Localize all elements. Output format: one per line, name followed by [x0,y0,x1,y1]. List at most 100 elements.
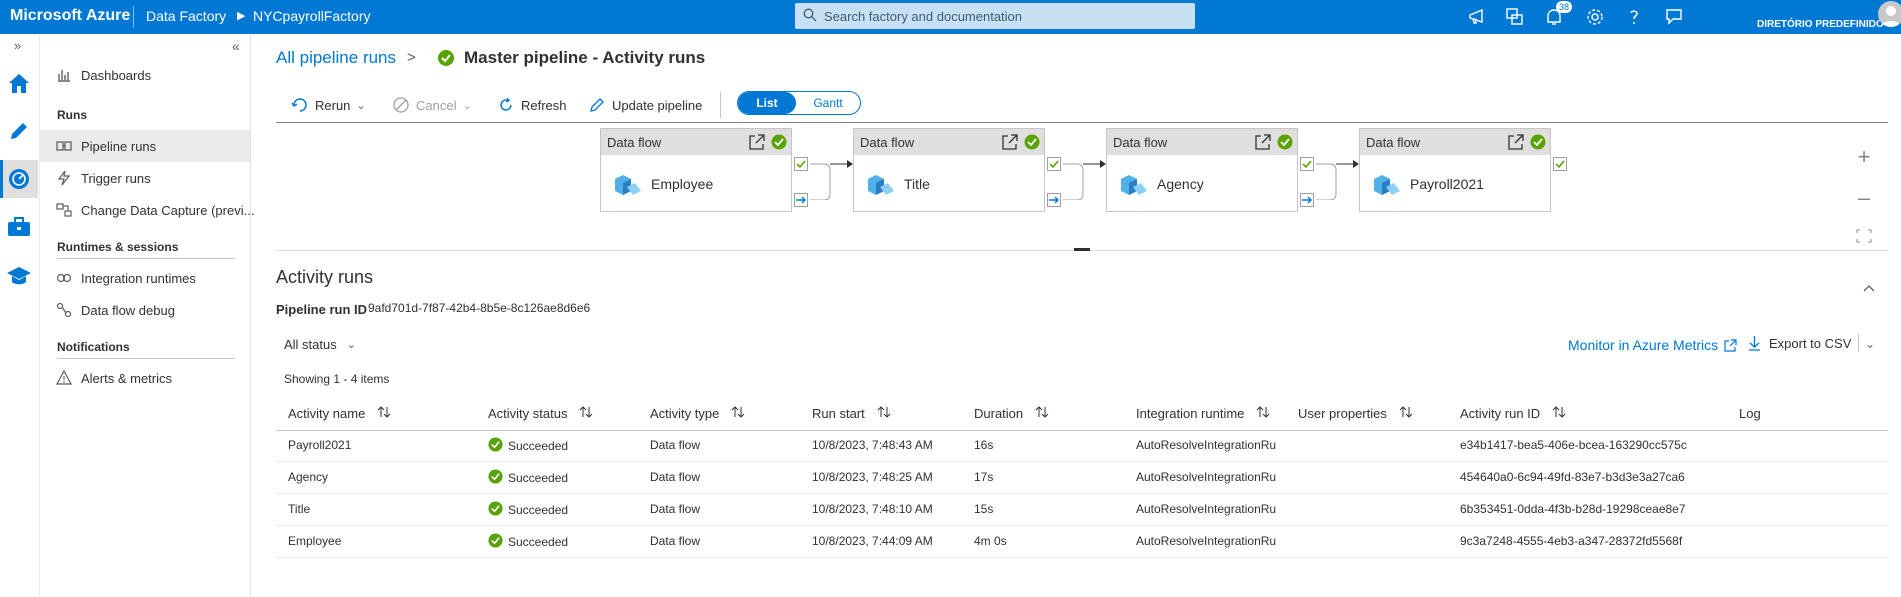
open-external-icon[interactable] [1508,134,1524,153]
brand-title[interactable]: Microsoft Azure [10,7,130,25]
completion-port[interactable] [1300,193,1314,207]
column-header-duration[interactable]: Duration [974,406,1049,421]
rail-home[interactable] [0,64,38,102]
column-header-label: Activity type [650,406,720,421]
feedback-icon[interactable] [1662,5,1686,29]
pipeline-runs-icon [56,141,72,151]
zoom-out-button[interactable]: – [1848,184,1880,212]
search-box[interactable]: Search factory and documentation [795,3,1195,29]
export-csv-button[interactable]: Export to CSV [1748,335,1851,351]
success-port[interactable] [1047,157,1061,171]
nav-pipeline-runs[interactable]: Pipeline runs [40,130,250,162]
rail-learning[interactable] [0,256,38,294]
cancel-button[interactable]: Cancel ⌄ [392,95,472,115]
column-header-label: Duration [974,406,1024,421]
column-header-label: Activity status [488,406,568,421]
column-header-log[interactable]: Log [1739,406,1761,421]
rail-manage[interactable] [0,208,38,246]
success-port[interactable] [794,157,808,171]
notification-count-badge: 38 [1556,1,1572,13]
collapse-chevron-up-icon[interactable] [1862,283,1876,293]
success-check-icon [1277,134,1293,153]
pipeline-node-employee[interactable]: Data flow Employee [600,128,792,212]
sort-icon[interactable] [1399,406,1413,421]
cell-duration: 17s [974,470,994,484]
node-type: Data flow [1113,135,1168,150]
sort-icon[interactable] [1552,406,1566,421]
rerun-button[interactable]: Rerun ⌄ [291,95,366,115]
rail-monitor[interactable] [0,160,38,198]
success-check-icon [488,501,503,519]
nav-alerts-metrics[interactable]: Alerts & metrics [40,362,250,394]
monitor-azure-metrics-link[interactable]: Monitor in Azure Metrics [1568,337,1737,353]
refresh-button[interactable]: Refresh [497,95,567,115]
column-header-user-properties[interactable]: User properties [1298,406,1413,421]
avatar[interactable] [1878,1,1901,27]
success-port[interactable] [1300,157,1314,171]
nav-dashboards[interactable]: Dashboards [40,59,250,91]
success-check-icon [1024,134,1040,153]
open-external-icon[interactable] [1255,134,1271,153]
open-external-icon[interactable] [1002,134,1018,153]
success-port[interactable] [1553,157,1567,171]
completion-port[interactable] [794,193,808,207]
column-header-activity-status[interactable]: Activity status [488,406,593,421]
status-filter-dropdown[interactable]: All status ⌄ [284,337,356,352]
view-gantt-button[interactable]: Gantt [796,92,860,114]
cell-run-start: 10/8/2023, 7:44:09 AM [812,534,933,548]
sort-icon[interactable] [877,406,891,421]
chevron-down-icon[interactable]: ⌄ [1865,337,1875,351]
pipeline-node-agency[interactable]: Data flow Agency [1106,128,1298,212]
column-header-activity-name[interactable]: Activity name [288,406,391,421]
pipeline-node-payroll2021[interactable]: Data flow Payroll2021 [1359,128,1551,212]
view-list-button[interactable]: List [738,92,796,114]
nav-integration-runtimes[interactable]: Integration runtimes [40,262,250,294]
sort-icon[interactable] [731,406,745,421]
row-divider [276,557,1888,558]
node-type: Data flow [860,135,915,150]
success-check-icon [438,50,454,66]
announcement-icon[interactable] [1466,5,1490,29]
item-count-text: Showing 1 - 4 items [284,372,390,386]
help-icon[interactable] [1622,5,1646,29]
column-header-activity-run-id[interactable]: Activity run ID [1460,406,1566,421]
edit-pencil-icon [590,98,604,112]
chevron-down-icon: ⌄ [346,339,356,351]
open-external-icon[interactable] [749,134,765,153]
nav-divider [57,358,235,359]
completion-port[interactable] [1047,193,1061,207]
zoom-in-button[interactable]: + [1848,143,1880,171]
success-check-icon [1530,134,1546,153]
pane-splitter-handle[interactable] [1074,248,1090,251]
nav-trigger-runs[interactable]: Trigger runs [40,162,250,194]
column-header-activity-type[interactable]: Activity type [650,406,745,421]
zoom-fit-button[interactable] [1848,222,1880,250]
column-header-integration-runtime[interactable]: Integration runtime [1136,406,1270,421]
breadcrumb-data-factory[interactable]: Data Factory [146,8,226,24]
nav-section-runtimes: Runtimes & sessions [57,240,179,254]
directory-label[interactable]: DIRETÓRIO PREDEFINIDO [1757,19,1884,30]
sort-icon[interactable] [1035,406,1049,421]
sort-icon[interactable] [579,406,593,421]
pipeline-node-title[interactable]: Data flow Title [853,128,1045,212]
breadcrumb-factory-name[interactable]: NYCpayrollFactory [253,8,370,24]
switch-directory-icon[interactable] [1503,5,1527,29]
cell-runtime: AutoResolveIntegrationRu [1136,534,1277,548]
column-header-run-start[interactable]: Run start [812,406,891,421]
update-pipeline-button[interactable]: Update pipeline [588,95,702,115]
data-flow-icon [609,167,643,204]
nav-data-flow-debug[interactable]: Data flow debug [40,294,250,326]
sort-icon[interactable] [377,406,391,421]
all-pipeline-runs-link[interactable]: All pipeline runs [276,48,396,68]
rail-author[interactable] [0,112,38,150]
nav-change-data-capture[interactable]: Change Data Capture (previ... [40,194,254,226]
nav-label: Dashboards [81,68,152,83]
sort-icon[interactable] [1256,406,1270,421]
cancel-label: Cancel [416,97,457,113]
cell-name: Agency [288,470,329,484]
data-flow-icon [862,167,896,204]
expand-rail-icon[interactable]: » [14,38,21,53]
cell-run-start: 10/8/2023, 7:48:10 AM [812,502,933,516]
settings-icon[interactable] [1583,5,1607,29]
collapse-nav-icon[interactable]: « [232,38,240,54]
